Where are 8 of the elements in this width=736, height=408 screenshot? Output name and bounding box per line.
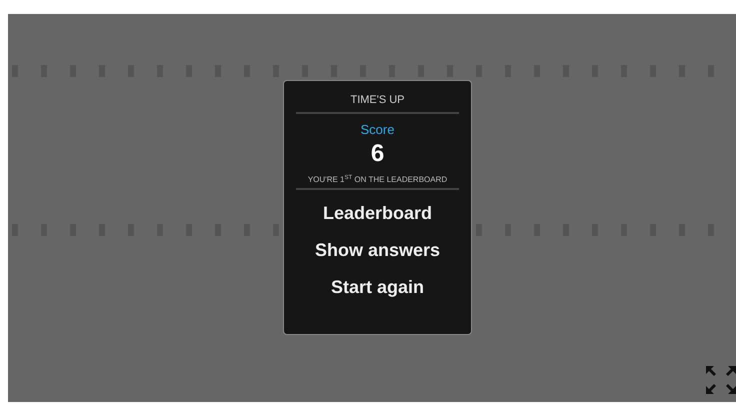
menu-button[interactable]: Show answers xyxy=(314,236,440,264)
panel-title: TIME'S UP xyxy=(350,93,405,107)
menu-button[interactable]: Start again xyxy=(330,273,424,301)
rank-text: YOU'RE 1$^{ST}$ ON THE LEADERBOARD xyxy=(308,174,448,186)
score-value: 6 xyxy=(370,140,384,168)
menu-button[interactable]: Leaderboard xyxy=(322,199,432,227)
score-label: Score xyxy=(360,122,394,138)
fullscreen-icon[interactable] xyxy=(706,366,736,394)
